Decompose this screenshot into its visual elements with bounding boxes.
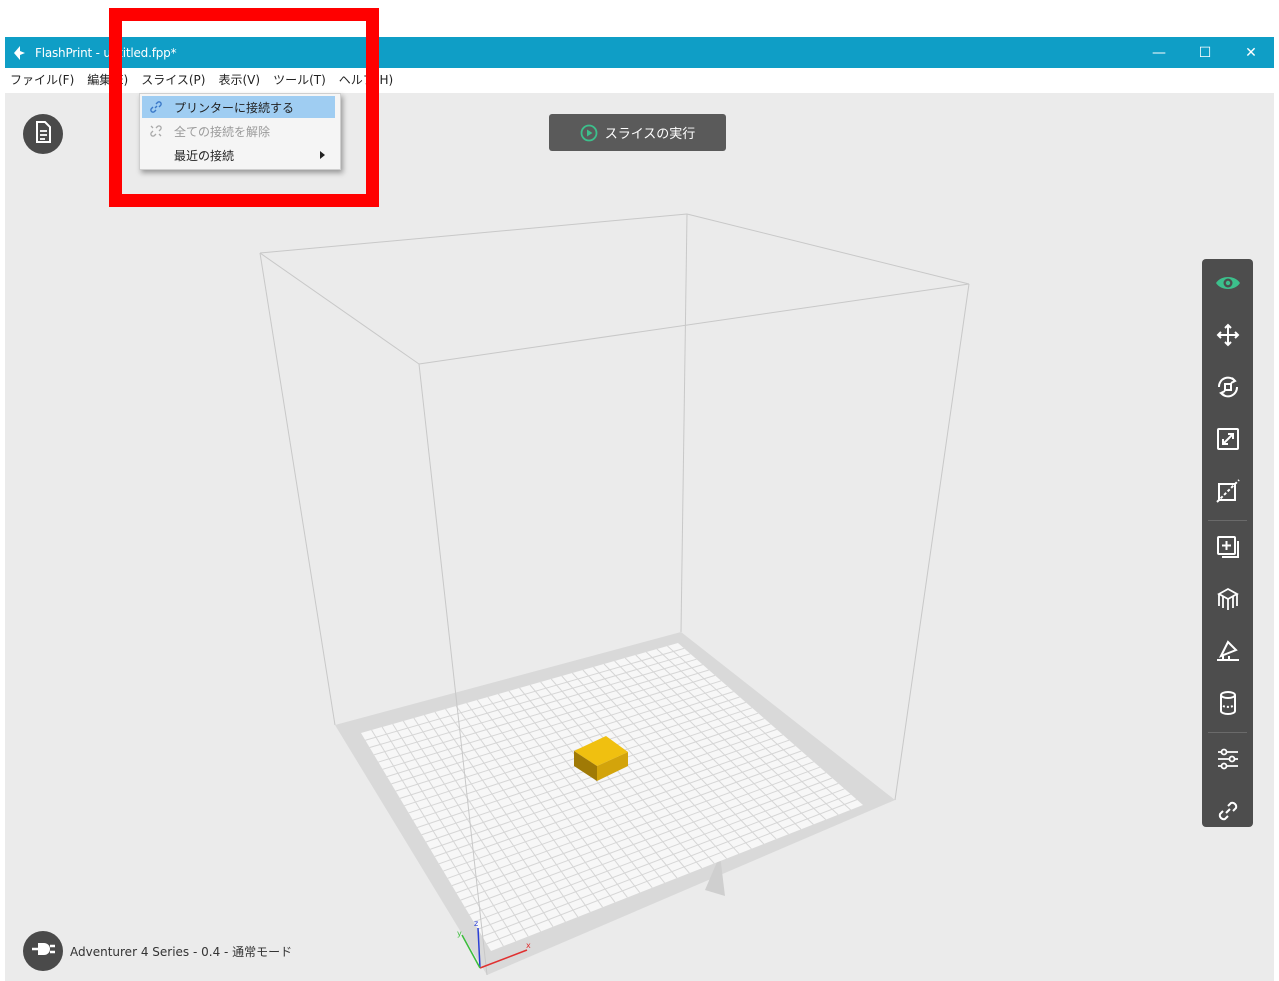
plug-icon [30, 939, 56, 963]
link-icon [1215, 798, 1241, 828]
printer-connection-button[interactable] [23, 931, 63, 971]
close-button[interactable]: ✕ [1228, 37, 1274, 68]
lay-flat-tool-button[interactable] [1202, 627, 1253, 679]
document-icon [32, 120, 54, 148]
move-arrows-icon [1215, 322, 1241, 352]
scale-icon [1215, 426, 1241, 456]
axis-y-label: y [457, 929, 462, 938]
move-tool-button[interactable] [1202, 311, 1253, 363]
scale-tool-button[interactable] [1202, 415, 1253, 467]
axis-x-label: x [526, 941, 531, 950]
right-toolbar [1202, 259, 1253, 827]
rotate-tool-button[interactable] [1202, 363, 1253, 415]
slice-button[interactable]: スライスの実行 [549, 114, 726, 151]
3d-viewport[interactable]: z x y スライスの実行 Adventurer 4 Series - 0.4 … [5, 93, 1274, 981]
flashprint-logo-icon [11, 45, 27, 61]
printer-status-text: Adventurer 4 Series - 0.4 - 通常モード [70, 944, 293, 959]
eye-icon [1214, 273, 1242, 297]
status-area: Adventurer 4 Series - 0.4 - 通常モード [23, 931, 292, 971]
view-tool-button[interactable] [1202, 259, 1253, 311]
supports-icon [1215, 586, 1241, 616]
maximize-button[interactable]: ☐ [1182, 37, 1228, 68]
slice-button-label: スライスの実行 [604, 127, 696, 142]
axis-z-label: z [474, 919, 478, 928]
settings-tool-button[interactable] [1202, 735, 1253, 787]
play-icon [580, 124, 598, 142]
supports-tool-button[interactable] [1202, 575, 1253, 627]
cylinder-tool-button[interactable] [1202, 679, 1253, 731]
model-list-button[interactable] [23, 114, 63, 154]
minimize-button[interactable]: — [1136, 37, 1182, 68]
sliders-icon [1215, 746, 1241, 776]
cut-icon [1215, 478, 1241, 508]
add-box-icon [1215, 534, 1241, 564]
rotate-icon [1215, 374, 1241, 404]
menu-file[interactable]: ファイル(F) [5, 68, 82, 93]
build-volume-scene[interactable]: z x y [5, 93, 1274, 981]
lay-flat-icon [1215, 638, 1241, 668]
annotation-highlight-box [109, 8, 379, 207]
add-extruder-button[interactable] [1202, 523, 1253, 575]
cylinder-icon [1217, 690, 1239, 720]
connect-tool-button[interactable] [1202, 787, 1253, 839]
cut-tool-button[interactable] [1202, 467, 1253, 519]
